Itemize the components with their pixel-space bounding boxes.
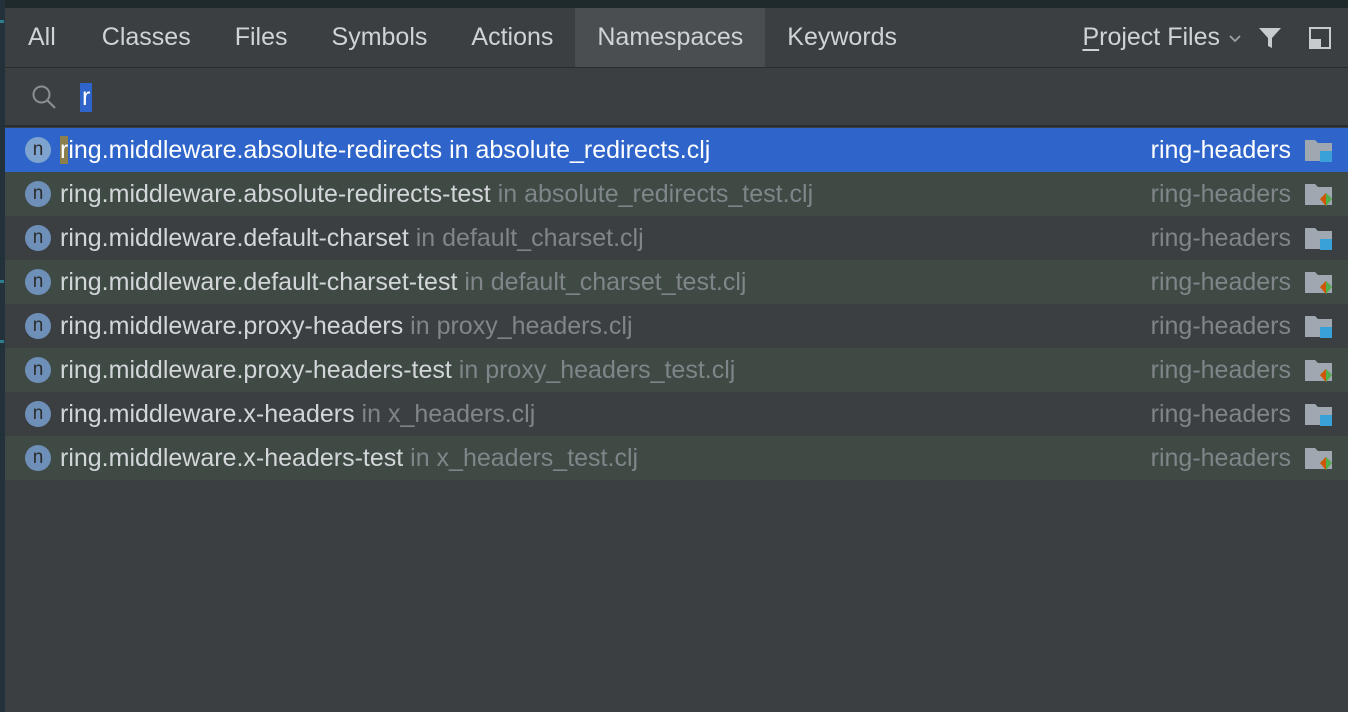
tab-label: Files [234,23,288,51]
result-name: ring.middleware.default-charset-test in … [60,268,746,297]
file-location: in proxy_headers_test.clj [458,355,736,384]
result-row[interactable]: n ring.middleware.x-headers in x_headers.… [5,392,1348,436]
gutter-mark [0,20,4,23]
results-list: n ring.middleware.absolute-redirects in a… [5,128,1348,480]
filter-icon[interactable] [1256,24,1284,52]
test-folder-icon [1304,180,1334,208]
namespace-icon: n [25,313,51,339]
result-row[interactable]: n ring.middleware.proxy-headers in proxy_… [5,304,1348,348]
tab-label: Keywords [787,23,898,51]
result-row[interactable]: n ring.middleware.absolute-redirects in a… [5,128,1348,172]
namespace-icon: n [25,137,51,163]
namespace-icon: n [25,269,51,295]
test-folder-icon [1304,444,1334,472]
source-folder-icon [1304,136,1334,164]
test-folder-icon [1304,356,1334,384]
tab-bar-tools: Project Files [1082,8,1348,67]
tab-label: Actions [471,23,554,51]
preview-panel-icon[interactable] [1306,24,1334,52]
tab-namespaces[interactable]: Namespaces [575,8,766,67]
tab-actions[interactable]: Actions [449,8,575,67]
scope-label: roject Files [1099,23,1220,51]
tab-files[interactable]: Files [213,8,310,67]
test-folder-icon [1304,268,1334,296]
file-location: in x_headers.clj [361,399,536,428]
result-name: ring.middleware.proxy-headers in proxy_h… [60,312,633,341]
result-row[interactable]: n ring.middleware.default-charset-test in… [5,260,1348,304]
file-location: in proxy_headers.clj [410,311,633,340]
module-name: ring-headers [1150,311,1291,340]
module-name: ring-headers [1150,135,1291,164]
tab-all[interactable]: All [5,8,80,67]
namespace-icon: n [25,357,51,383]
tab-classes[interactable]: Classes [80,8,213,67]
source-folder-icon [1304,400,1334,428]
tab-bar: All Classes Files Symbols Actions Namesp… [5,8,1348,68]
result-row[interactable]: n ring.middleware.x-headers-test in x_hea… [5,436,1348,480]
namespace-icon: n [25,401,51,427]
source-folder-icon [1304,224,1334,252]
namespace-name: ring.middleware.default-charset [60,223,409,252]
tab-label: Classes [101,23,191,51]
search-row[interactable]: r [5,68,1348,127]
scope-mnemonic: P [1082,23,1100,51]
source-folder-icon [1304,312,1334,340]
search-input[interactable]: r [80,83,93,112]
scope-dropdown[interactable]: Project Files [1082,23,1242,52]
module-name: ring-headers [1150,179,1291,208]
tab-label: Symbols [331,23,428,51]
namespace-name: ring.middleware.x-headers-test [60,443,404,472]
namespace-name: ring.middleware.proxy-headers [60,311,404,340]
tab-label: All [28,23,56,51]
file-location: in x_headers_test.clj [410,443,639,472]
file-location: in default_charset_test.clj [464,267,747,296]
chevron-down-icon [1229,34,1241,42]
file-location: in default_charset.clj [415,223,644,252]
namespace-icon: n [25,181,51,207]
result-name: ring.middleware.absolute-redirects-test … [60,180,813,209]
module-name: ring-headers [1150,443,1291,472]
namespace-name: ing.middleware.absolute-redirects [68,135,443,164]
namespace-name: ring.middleware.proxy-headers-test [60,355,452,384]
file-location: in absolute_redirects.clj [449,135,711,164]
result-row[interactable]: n ring.middleware.default-charset in defa… [5,216,1348,260]
result-name: ring.middleware.x-headers-test in x_head… [60,444,638,473]
namespace-icon: n [25,225,51,251]
namespace-name: ring.middleware.default-charset-test [60,267,458,296]
result-name: ring.middleware.proxy-headers-test in pr… [60,356,735,385]
result-name: ring.middleware.absolute-redirects in ab… [60,135,711,165]
result-name: ring.middleware.x-headers in x_headers.c… [60,400,535,429]
namespace-icon: n [25,445,51,471]
namespace-name: ring.middleware.absolute-redirects-test [60,179,491,208]
result-row[interactable]: n ring.middleware.absolute-redirects-test… [5,172,1348,216]
gutter-mark [0,280,4,283]
module-name: ring-headers [1150,223,1291,252]
tab-keywords[interactable]: Keywords [765,8,919,67]
tab-symbols[interactable]: Symbols [310,8,450,67]
module-name: ring-headers [1150,267,1291,296]
search-everywhere-popup: All Classes Files Symbols Actions Namesp… [5,8,1348,712]
module-name: ring-headers [1150,355,1291,384]
result-row[interactable]: n ring.middleware.proxy-headers-test in p… [5,348,1348,392]
file-location: in absolute_redirects_test.clj [497,179,814,208]
namespace-name: ring.middleware.x-headers [60,399,355,428]
gutter-mark [0,340,4,343]
tab-label: Namespaces [597,23,744,51]
module-name: ring-headers [1150,399,1291,428]
search-icon [32,85,56,109]
result-name: ring.middleware.default-charset in defau… [60,224,644,253]
